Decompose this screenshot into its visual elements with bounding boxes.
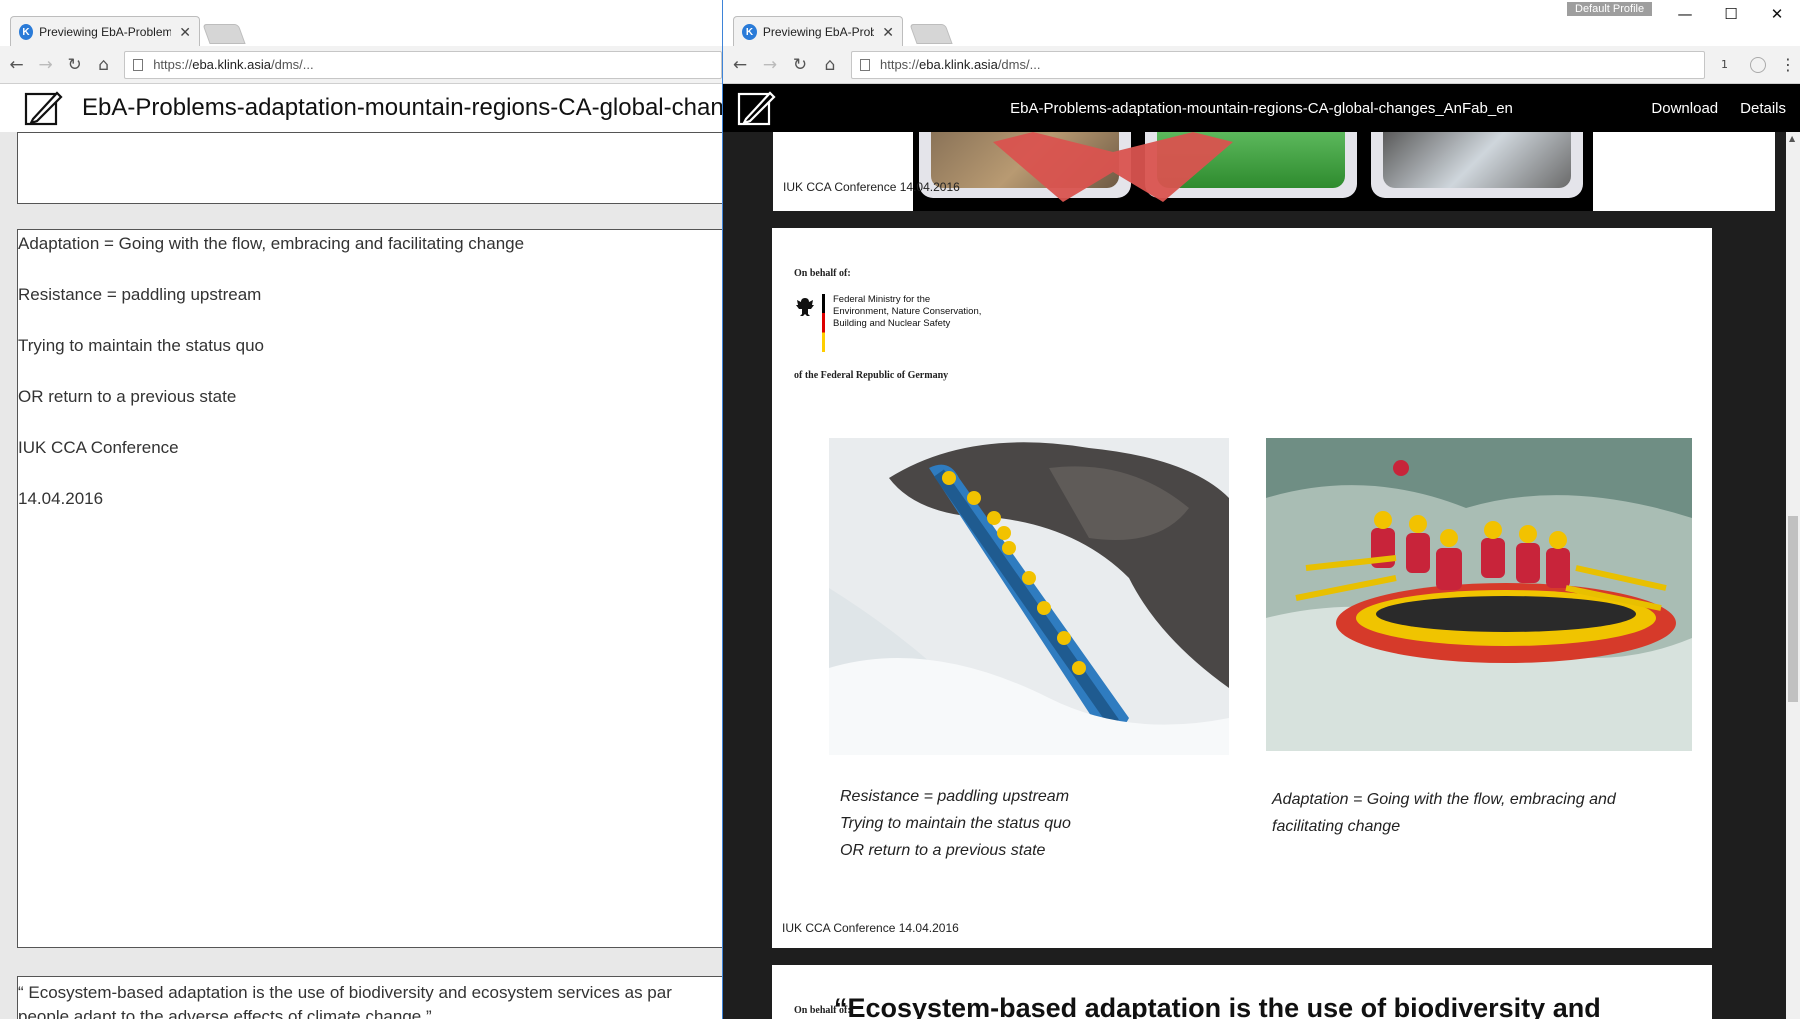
german-flag-bar <box>822 294 825 352</box>
slide-footer: IUK CCA Conference 14.04.2016 <box>783 180 960 194</box>
caption-resistance: Resistance = paddling upstream Trying to… <box>840 788 1071 859</box>
klink-logo-icon[interactable] <box>737 88 777 128</box>
viewer-scrollbar[interactable]: ▲ <box>1786 132 1800 1019</box>
viewer-header: EbA-Problems-adaptation-mountain-regions… <box>723 84 1800 132</box>
slide-text-line: OR return to a previous state <box>18 387 237 406</box>
left-tab-strip: K Previewing EbA-Problem ✕ <box>0 0 722 47</box>
close-window-icon[interactable]: ✕ <box>1754 0 1800 28</box>
home-icon[interactable]: ⌂ <box>91 52 116 78</box>
quote-heading: “Ecosystem-based adaptation is the use o… <box>834 993 1601 1019</box>
right-browser-window: K Previewing EbA-Problem ✕ Default Profi… <box>722 0 1800 1019</box>
home-icon[interactable]: ⌂ <box>817 52 843 78</box>
window-controls: — ☐ ✕ <box>1662 0 1800 28</box>
slide-text-line: 14.04.2016 <box>18 489 104 508</box>
klink-favicon-icon: K <box>742 24 757 40</box>
left-document-header: EbA-Problems-adaptation-mountain-regions… <box>0 84 722 132</box>
scroll-thumb[interactable] <box>1788 516 1798 702</box>
on-behalf-label: On behalf of: <box>794 268 851 279</box>
red-arrow-graphic <box>993 132 1233 202</box>
menu-icon[interactable]: ⋮ <box>1780 55 1796 74</box>
previous-slide: IUK CCA Conference 14.04.2016 <box>773 132 1775 211</box>
right-tab-previewing[interactable]: K Previewing EbA-Problem ✕ <box>733 16 903 47</box>
text-page-current: Adaptation = Going with the flow, embrac… <box>17 229 722 948</box>
extension-count[interactable]: 1 <box>1721 58 1728 71</box>
klink-favicon-icon: K <box>19 24 34 40</box>
right-browser-toolbar: ← → ↻ ⌂ https://eba.klink.asia/dms/... 1… <box>723 46 1800 84</box>
url-path: /dms/... <box>997 57 1041 72</box>
viewer-actions: Download Details <box>1651 100 1786 117</box>
tab-title: Previewing EbA-Problem <box>762 25 874 39</box>
left-browser-window: K Previewing EbA-Problem ✕ ← → ↻ ⌂ https… <box>0 0 722 1019</box>
forward-icon[interactable]: → <box>33 52 58 78</box>
download-button[interactable]: Download <box>1651 100 1718 117</box>
document-title: EbA-Problems-adaptation-mountain-regions… <box>82 94 722 121</box>
quote-line: people adapt to the adverse effects of c… <box>18 1007 432 1019</box>
reload-icon[interactable]: ↻ <box>787 52 813 78</box>
new-tab-button[interactable] <box>202 24 246 44</box>
forward-icon[interactable]: → <box>757 52 783 78</box>
current-slide: On behalf of: Federal Ministry for the E… <box>772 228 1712 948</box>
reload-icon[interactable]: ↻ <box>62 52 87 78</box>
left-document-body: Adaptation = Going with the flow, embrac… <box>0 132 722 1019</box>
new-tab-button[interactable] <box>909 24 953 44</box>
republic-label: of the Federal Republic of Germany <box>794 370 949 381</box>
caption-adaptation: Adaptation = Going with the flow, embrac… <box>1272 791 1616 835</box>
extension-icon[interactable] <box>1750 56 1766 73</box>
right-tab-strip: K Previewing EbA-Problem ✕ Default Profi… <box>723 0 1800 47</box>
tab-title: Previewing EbA-Problem <box>39 25 172 39</box>
text-page-next: “ Ecosystem-based adaptation is the use … <box>17 976 722 1019</box>
image-strip <box>913 132 1593 211</box>
scroll-up-arrow-icon[interactable]: ▲ <box>1789 134 1795 143</box>
slide-text-line: IUK CCA Conference <box>18 438 179 457</box>
thumbnail-image <box>1371 132 1583 198</box>
address-bar[interactable]: https://eba.klink.asia/dms/... <box>124 50 722 79</box>
back-icon[interactable]: ← <box>727 52 753 78</box>
left-browser-toolbar: ← → ↻ ⌂ https://eba.klink.asia/dms/... <box>0 46 722 84</box>
quote-line: “ Ecosystem-based adaptation is the use … <box>18 983 672 1002</box>
left-tab-previewing[interactable]: K Previewing EbA-Problem ✕ <box>10 16 200 47</box>
ministry-logo: Federal Ministry for the Environment, Na… <box>794 294 981 352</box>
page-icon <box>133 58 144 71</box>
klink-logo-icon[interactable] <box>24 88 64 128</box>
rafting-adaptation-photo <box>1266 438 1692 751</box>
page-icon <box>860 58 870 71</box>
url-prefix: https:// <box>880 57 920 72</box>
details-button[interactable]: Details <box>1740 100 1786 117</box>
url-host: eba.klink.asia <box>919 57 998 72</box>
slide-text-line: Resistance = paddling upstream <box>18 285 262 304</box>
text-page-previous <box>17 132 722 204</box>
url-prefix: https:// <box>153 57 193 72</box>
federal-eagle-icon <box>796 298 814 316</box>
rafting-resistance-photo <box>829 438 1229 755</box>
slide-text-line: Adaptation = Going with the flow, embrac… <box>18 234 525 253</box>
close-tab-icon[interactable]: ✕ <box>179 24 191 41</box>
minimize-icon[interactable]: — <box>1662 0 1708 28</box>
slide-viewer[interactable]: IUK CCA Conference 14.04.2016 On behalf … <box>723 132 1786 1019</box>
profile-badge[interactable]: Default Profile <box>1567 2 1653 16</box>
maximize-icon[interactable]: ☐ <box>1708 0 1754 28</box>
next-slide: On behalf of: “Ecosystem-based adaptatio… <box>772 965 1712 1019</box>
address-bar[interactable]: https://eba.klink.asia/dms/... <box>851 50 1705 79</box>
viewer-title: EbA-Problems-adaptation-mountain-regions… <box>1010 99 1513 117</box>
close-tab-icon[interactable]: ✕ <box>882 24 894 41</box>
ministry-name: Federal Ministry for the Environment, Na… <box>833 294 982 329</box>
back-icon[interactable]: ← <box>4 52 29 78</box>
slide-text-line: Trying to maintain the status quo <box>18 336 265 355</box>
url-path: /dms/... <box>271 57 314 72</box>
slide-footer: IUK CCA Conference 14.04.2016 <box>782 921 959 935</box>
url-host: eba.klink.asia <box>192 57 271 72</box>
